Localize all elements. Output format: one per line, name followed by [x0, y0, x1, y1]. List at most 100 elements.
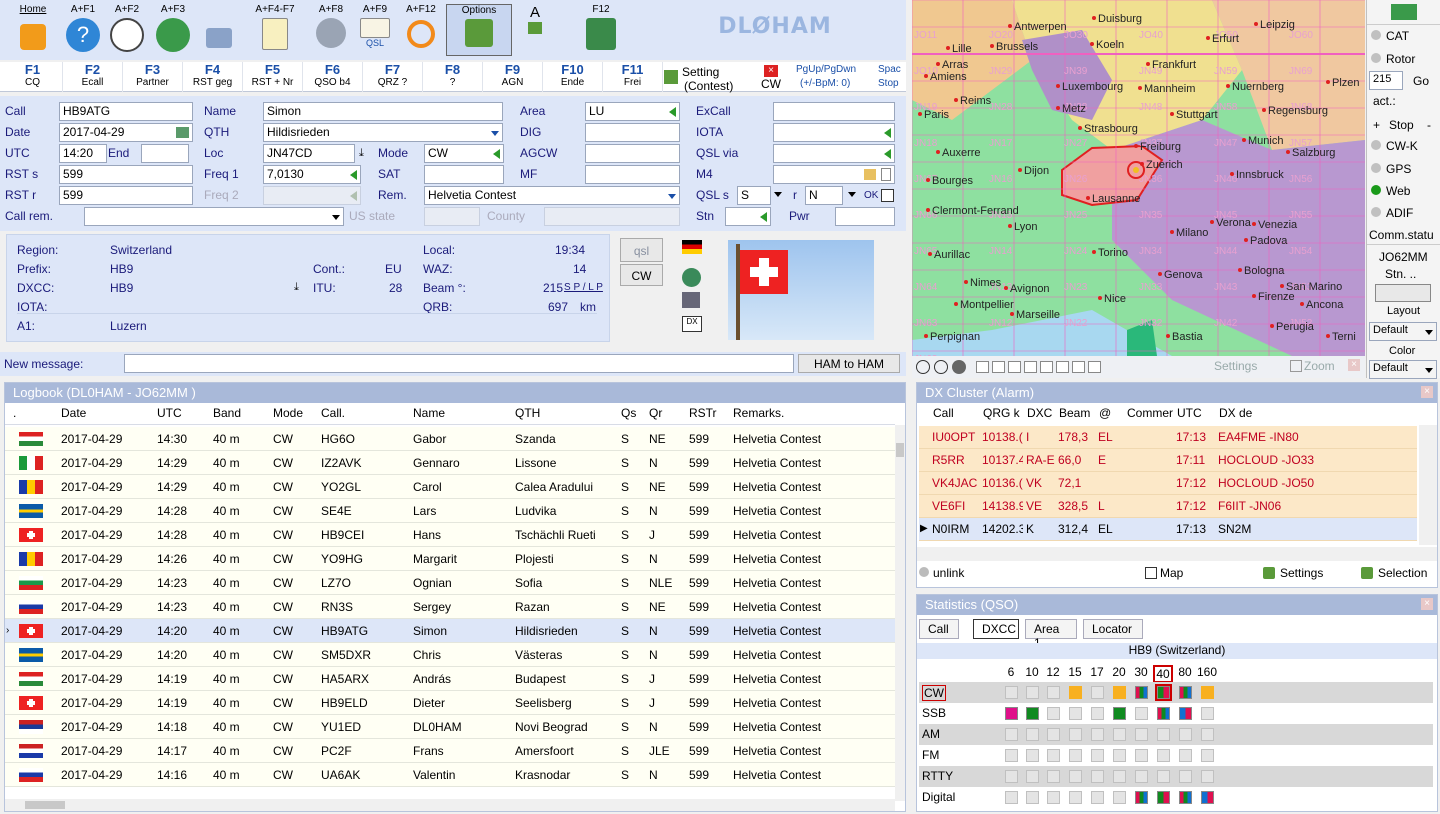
band-mode-cell[interactable]: [1091, 686, 1104, 699]
band-mode-cell[interactable]: [1201, 749, 1214, 762]
german-flag-icon[interactable]: [682, 240, 702, 254]
dx-spot-row[interactable]: R5RR 10137.4 RA-E 66,0 E 17:11 HOCLOUD -JO33: [919, 449, 1417, 472]
grid-view-icon[interactable]: [1391, 4, 1417, 20]
fkey-f3-button[interactable]: F3 Partner: [123, 62, 183, 92]
date-input[interactable]: 2017-04-29: [59, 123, 193, 142]
column-header[interactable]: Commer: [1123, 403, 1173, 425]
globe-button[interactable]: A+F3: [148, 4, 198, 58]
folder-icon[interactable]: [864, 169, 876, 180]
excall-input[interactable]: [773, 102, 895, 121]
band-mode-cell[interactable]: [1005, 686, 1018, 699]
column-header[interactable]: UTC: [153, 403, 205, 425]
web-toggle[interactable]: Web: [1371, 184, 1437, 198]
band-mode-cell[interactable]: [1069, 728, 1082, 741]
band-mode-cell[interactable]: [1157, 728, 1170, 741]
band-mode-cell[interactable]: [1179, 770, 1192, 783]
fkey-f11-button[interactable]: F11 Frei: [603, 62, 663, 92]
fkey-f1-button[interactable]: F1 CQ: [3, 62, 63, 92]
iota-select[interactable]: [773, 123, 895, 142]
dx-selection-button[interactable]: Selection: [1378, 566, 1427, 580]
logbook-row[interactable]: 2017-04-29 14:26 40 m CW YO9HG Margarit Plojes…: [5, 547, 895, 571]
end-input[interactable]: [141, 144, 189, 163]
map-nav-button[interactable]: [1008, 361, 1021, 373]
satellite-icon[interactable]: [682, 292, 700, 308]
m4-input[interactable]: [773, 165, 895, 184]
band-mode-cell[interactable]: [1069, 707, 1082, 720]
band-mode-cell[interactable]: [1179, 749, 1192, 762]
fkey-f5-button[interactable]: F5 RST + Nr: [243, 62, 303, 92]
band-mode-cell[interactable]: [1179, 791, 1192, 804]
qsl-s-select[interactable]: S: [737, 186, 771, 205]
map-nav-button[interactable]: [1088, 361, 1101, 373]
map-canvas[interactable]: JO11 JO20 JO30 JO40 JO50 JO60JO10 JN29 JN39 JN49…: [912, 0, 1365, 356]
layout-select[interactable]: Default: [1369, 322, 1437, 341]
home-button[interactable]: Home: [8, 4, 58, 58]
qsl-button[interactable]: A+F9 QSL: [350, 4, 400, 58]
band-mode-cell[interactable]: [1201, 707, 1214, 720]
qsl-via-select[interactable]: [773, 144, 895, 163]
call-rem-select[interactable]: [84, 207, 344, 226]
band-mode-cell[interactable]: [1135, 707, 1148, 720]
remarks-select[interactable]: Helvetia Contest: [424, 186, 680, 205]
dx-spot-row[interactable]: IU0OPT 10138.(I 178,3 EL 17:13 EA4FME -IN80: [919, 426, 1417, 449]
close-icon[interactable]: ×: [1348, 359, 1360, 371]
logbook-row[interactable]: 2017-04-29 14:19 40 m CW HA5ARX András Budapes…: [5, 667, 895, 691]
band-mode-cell[interactable]: [1005, 728, 1018, 741]
band-mode-cell[interactable]: [1135, 791, 1148, 804]
name-input[interactable]: Simon: [263, 102, 503, 121]
band-mode-cell[interactable]: [1157, 749, 1170, 762]
dx-settings-button[interactable]: Settings: [1280, 566, 1323, 580]
stop-button[interactable]: Stop: [1389, 118, 1414, 132]
dx-spot-row[interactable]: ▶ N0IRM 14202.3 K 312,4 EL 17:13 SN2M: [919, 518, 1417, 541]
rotor-toggle[interactable]: Rotor: [1371, 52, 1437, 66]
column-header[interactable]: QRG k: [979, 403, 1023, 425]
freq1-input[interactable]: 7,0130: [263, 165, 361, 184]
map-zoom-link[interactable]: Zoom: [1304, 359, 1335, 373]
mf-input[interactable]: [585, 165, 680, 184]
band-mode-cell[interactable]: [1113, 728, 1126, 741]
band-mode-cell[interactable]: [1135, 749, 1148, 762]
band-mode-cell[interactable]: [1157, 770, 1170, 783]
map-nav-button[interactable]: [1072, 361, 1085, 373]
logbook-hscrollbar[interactable]: [5, 799, 895, 811]
column-header[interactable]: Mode: [269, 403, 313, 425]
band-mode-cell[interactable]: [1135, 686, 1148, 699]
layout-toggle-icon[interactable]: [1375, 284, 1431, 302]
tab-locator[interactable]: Locator: [1083, 619, 1143, 639]
column-header[interactable]: Remarks.: [729, 403, 889, 425]
tab-area-1[interactable]: Area 1: [1025, 619, 1077, 650]
logbook-row[interactable]: 2017-04-29 14:28 40 m CW HB9CEI Hans Tschächli…: [5, 523, 895, 547]
band-mode-cell[interactable]: [1026, 770, 1039, 783]
logbook-row[interactable]: 2017-04-29 14:20 40 m CW SM5DXR Chris Västeras…: [5, 643, 895, 667]
adif-toggle[interactable]: ADIF: [1371, 206, 1437, 220]
qsl-info-button[interactable]: qsl: [620, 238, 663, 262]
band-mode-cell[interactable]: [1179, 728, 1192, 741]
column-header[interactable]: RSTr: [685, 403, 725, 425]
band-mode-cell[interactable]: [1135, 770, 1148, 783]
dx-hscrollbar[interactable]: [917, 547, 1437, 561]
cwk-toggle[interactable]: CW-K: [1371, 139, 1437, 153]
area-select[interactable]: LU: [585, 102, 680, 121]
column-header[interactable]: UTC: [1173, 403, 1215, 425]
fkey-f7-button[interactable]: F7 QRZ ?: [363, 62, 423, 92]
map-nav-button[interactable]: [976, 361, 989, 373]
column-header[interactable]: Name: [409, 403, 507, 425]
band-mode-cell[interactable]: [1091, 749, 1104, 762]
logbook-row[interactable]: 2017-04-29 14:19 40 m CW HB9ELD Dieter Seelisb…: [5, 691, 895, 715]
band-mode-cell[interactable]: [1201, 728, 1214, 741]
band-mode-cell[interactable]: [1069, 770, 1082, 783]
logbook-row[interactable]: 2017-04-29 14:30 40 m CW HG6O Gabor Szanda S NE 5…: [5, 427, 895, 451]
band-mode-cell[interactable]: [1201, 686, 1214, 699]
sat-input[interactable]: [424, 165, 504, 184]
map-settings-link[interactable]: Settings: [1214, 359, 1257, 373]
logbook-row[interactable]: 2017-04-29 14:17 40 m CW PC2F Frans Amersfoort…: [5, 739, 895, 763]
globe-icon[interactable]: [952, 360, 966, 374]
band-mode-cell[interactable]: [1047, 749, 1060, 762]
band-mode-cell[interactable]: [1026, 707, 1039, 720]
new-message-input[interactable]: [124, 354, 794, 373]
fkey-f4-button[interactable]: F4 RST geg: [183, 62, 243, 92]
map-nav-button[interactable]: [1040, 361, 1053, 373]
dx-scrollbar[interactable]: [1419, 425, 1437, 545]
band-mode-cell[interactable]: [1026, 728, 1039, 741]
dx-spot-row[interactable]: VE6FI 14138.9 VE 328,5 L 17:12 F6IIT -JN06: [919, 495, 1417, 518]
